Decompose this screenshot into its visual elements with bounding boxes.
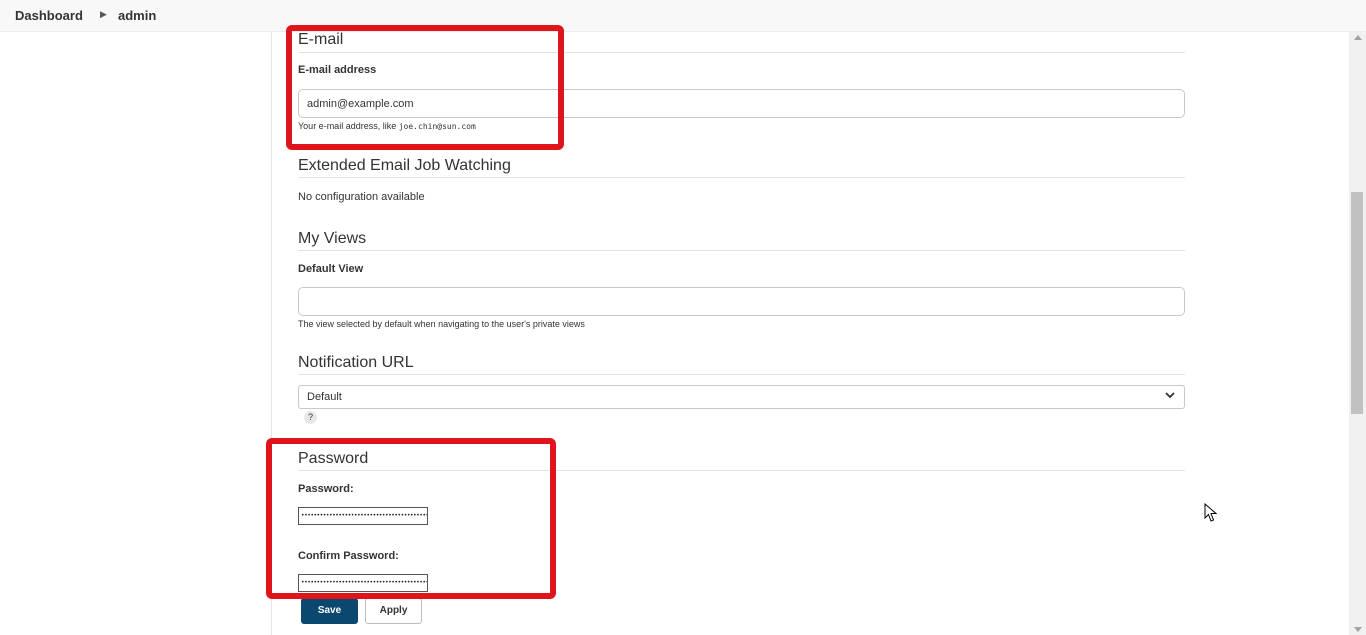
- scrollbar-thumb[interactable]: [1351, 192, 1363, 414]
- breadcrumb-admin[interactable]: admin: [118, 8, 156, 23]
- notification-url-section-title: Notification URL: [298, 354, 414, 371]
- no-configuration-text: No configuration available: [298, 191, 425, 203]
- extended-email-section-title: Extended Email Job Watching: [298, 157, 511, 174]
- apply-button[interactable]: Apply: [365, 598, 422, 624]
- notification-url-selected: Default: [307, 391, 342, 403]
- default-view-label: Default View: [298, 263, 364, 275]
- vertical-scrollbar[interactable]: [1349, 32, 1366, 635]
- help-icon[interactable]: ?: [304, 411, 317, 424]
- chevron-down-icon: [1165, 392, 1175, 399]
- scroll-up-icon[interactable]: [1354, 35, 1362, 40]
- scroll-down-icon[interactable]: [1354, 627, 1362, 632]
- extended-email-divider: [298, 177, 1185, 178]
- mouse-cursor-icon: [1204, 503, 1218, 522]
- save-button[interactable]: Save: [301, 598, 358, 624]
- password-highlight-box: [266, 438, 556, 599]
- my-views-divider: [298, 250, 1185, 251]
- my-views-section-title: My Views: [298, 230, 367, 247]
- default-view-help: The view selected by default when naviga…: [298, 319, 585, 329]
- breadcrumb-dashboard[interactable]: Dashboard: [15, 8, 83, 23]
- email-highlight-box: [286, 25, 564, 150]
- notification-url-select[interactable]: Default: [298, 385, 1185, 409]
- breadcrumb-bar: Dashboard ▶ admin: [0, 0, 1366, 32]
- default-view-input[interactable]: [298, 287, 1185, 316]
- notification-url-divider: [298, 374, 1185, 375]
- chevron-right-icon: ▶: [100, 9, 107, 19]
